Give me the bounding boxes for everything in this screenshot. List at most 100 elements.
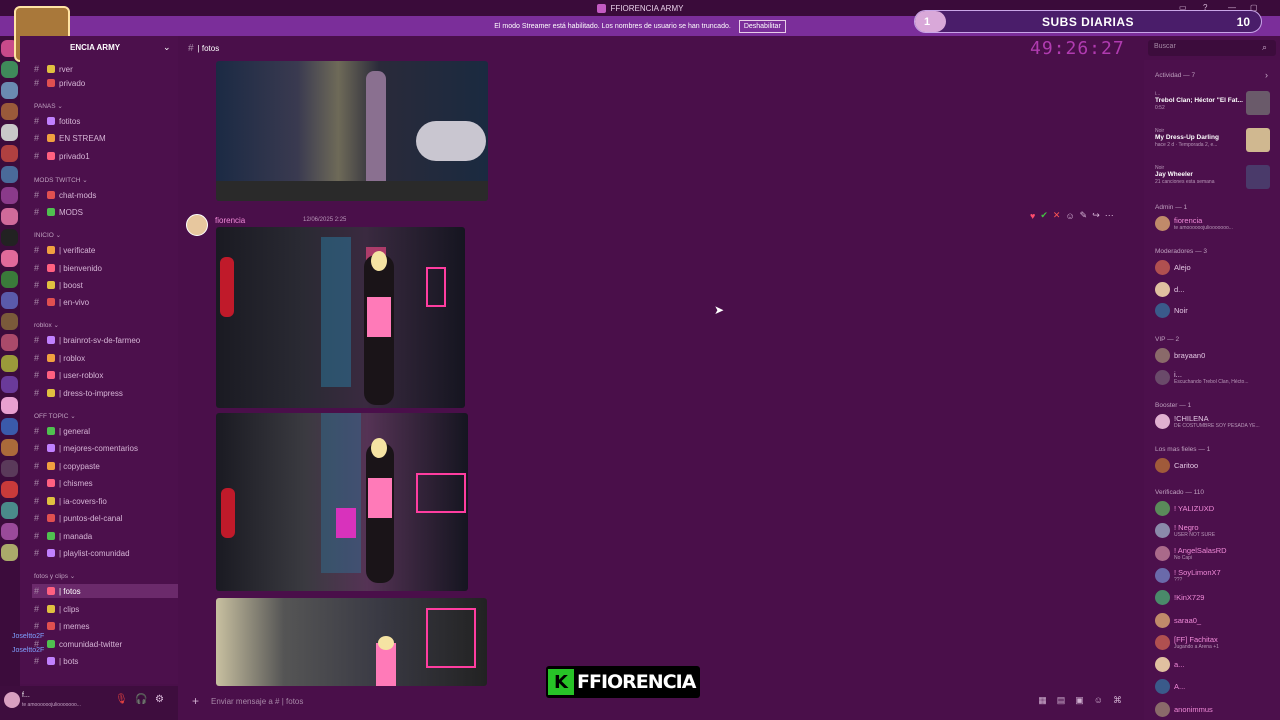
member-item[interactable]: fiorencia te amoooooojuliooooooo... xyxy=(1155,216,1233,231)
activity-item[interactable]: Noir Jay Wheeler 21 canciones esta seman… xyxy=(1155,164,1214,185)
server-icon[interactable] xyxy=(1,355,18,372)
server-icon[interactable] xyxy=(1,439,18,456)
channel-item[interactable]: # | dress-to-impress xyxy=(34,386,123,400)
member-item[interactable]: !CHILENA DE COSTUMBRE SOY PESADA YE... xyxy=(1155,414,1260,429)
channel-item[interactable]: # EN STREAM xyxy=(34,131,106,145)
channel-item[interactable]: # | bots xyxy=(34,654,78,668)
member-item[interactable]: Caritoo xyxy=(1155,458,1198,473)
photo-attachment[interactable] xyxy=(216,61,488,201)
gif-icon[interactable]: ▤ xyxy=(1057,695,1066,706)
channel-item[interactable]: # | roblox xyxy=(34,351,85,365)
server-icon[interactable] xyxy=(1,124,18,141)
channel-item[interactable]: # | general xyxy=(34,424,90,438)
channel-item[interactable]: # | en-vivo xyxy=(34,295,89,309)
channel-category[interactable]: roblox ⌄ xyxy=(34,321,59,329)
server-icon[interactable] xyxy=(1,502,18,519)
server-icon[interactable] xyxy=(1,208,18,225)
server-icon[interactable] xyxy=(1,271,18,288)
channel-item[interactable]: # | user-roblox xyxy=(34,368,103,382)
member-item[interactable]: anonimmus xyxy=(1155,701,1213,717)
channel-item[interactable]: # | mejores-comentarios xyxy=(34,441,138,455)
activity-item[interactable]: i... Trebol Clan; Héctor "El Fat... 0:52 xyxy=(1155,90,1243,111)
heart-reaction-icon[interactable]: ♥ xyxy=(1030,211,1035,221)
composer-placeholder[interactable]: Enviar mensaje a # | fotos xyxy=(211,697,303,706)
channel-item[interactable]: # | puntos-del-canal xyxy=(34,511,122,525)
server-icon[interactable] xyxy=(1,460,18,477)
emoji-icon[interactable]: ☺ xyxy=(1094,695,1103,706)
headphones-icon[interactable]: 🎧 xyxy=(135,694,147,705)
photo-attachment[interactable] xyxy=(216,227,465,408)
server-icon[interactable] xyxy=(1,397,18,414)
server-icon[interactable] xyxy=(1,103,18,120)
member-item[interactable]: !KinX729 xyxy=(1155,590,1204,606)
channel-item[interactable]: # | manada xyxy=(34,529,92,543)
channel-category[interactable]: INICIO ⌄ xyxy=(34,231,61,239)
photo-attachment[interactable] xyxy=(216,598,487,686)
channel-category[interactable]: fotos y clips ⌄ xyxy=(34,572,75,580)
member-item[interactable]: saraa0_ xyxy=(1155,612,1201,628)
disable-streamer-mode-button[interactable]: Deshabilitar xyxy=(738,19,786,33)
channel-category[interactable]: MODS TWITCH ⌄ xyxy=(34,176,88,184)
avatar[interactable] xyxy=(4,692,20,708)
server-icon[interactable] xyxy=(1,313,18,330)
channel-item[interactable]: # privado xyxy=(34,76,85,90)
search-input[interactable]: Buscar xyxy=(1148,40,1276,56)
channel-item[interactable]: # | clips xyxy=(34,602,79,616)
channel-item[interactable]: # | chismes xyxy=(34,476,93,490)
member-item[interactable]: a... xyxy=(1155,657,1184,673)
channel-item[interactable]: # fotitos xyxy=(34,114,80,128)
server-icon[interactable] xyxy=(1,523,18,540)
member-item[interactable]: [FF] Fachitax Jugando a Arena +1 xyxy=(1155,634,1219,650)
server-icon[interactable] xyxy=(1,187,18,204)
settings-gear-icon[interactable]: ⚙ xyxy=(155,694,164,705)
member-item[interactable]: i... Escuchando Trebol Clan, Hécto... xyxy=(1155,369,1249,385)
member-item[interactable]: A... xyxy=(1155,679,1185,695)
member-item[interactable]: Alejo xyxy=(1155,260,1191,275)
server-icon[interactable] xyxy=(1,418,18,435)
more-icon[interactable]: ⋯ xyxy=(1105,210,1114,221)
add-attachment-icon[interactable]: + xyxy=(192,694,199,708)
server-icon[interactable] xyxy=(1,481,18,498)
server-icon[interactable] xyxy=(1,334,18,351)
gift-icon[interactable]: ▦ xyxy=(1038,695,1047,706)
member-item[interactable]: ! YALIZUXD xyxy=(1155,501,1214,516)
channel-item[interactable]: # rver xyxy=(34,62,73,76)
member-item[interactable]: ! SoyLimonX7??? xyxy=(1155,567,1221,583)
channel-item[interactable]: # | boost xyxy=(34,278,83,292)
server-icon[interactable] xyxy=(1,292,18,309)
channel-item[interactable]: # | bienvenido xyxy=(34,261,102,275)
server-icon[interactable] xyxy=(1,544,18,561)
channel-item[interactable]: # | memes xyxy=(34,619,90,633)
server-icon[interactable] xyxy=(1,166,18,183)
message-avatar[interactable] xyxy=(186,214,208,236)
channel-category[interactable]: PANAS ⌄ xyxy=(34,102,63,110)
member-item[interactable]: brayaan0 xyxy=(1155,348,1205,363)
search-icon[interactable]: ⌕ xyxy=(1262,42,1267,53)
photo-attachment[interactable] xyxy=(216,413,468,591)
channel-item[interactable]: # | playlist-comunidad xyxy=(34,546,130,560)
server-icon[interactable] xyxy=(1,61,18,78)
channel-item[interactable]: # MODS xyxy=(34,205,83,219)
mute-icon[interactable]: 🎙 xyxy=(115,694,128,705)
apps-icon[interactable]: ⌘ xyxy=(1113,695,1122,706)
message-author[interactable]: fiorencia xyxy=(215,216,245,225)
channel-item[interactable]: # chat-mods xyxy=(34,188,96,202)
member-item[interactable]: ! AngelSalasRD No Capi xyxy=(1155,545,1227,561)
channel-item[interactable]: #| fotos⚙ xyxy=(32,584,178,598)
check-reaction-icon[interactable]: ✔ xyxy=(1040,210,1048,221)
chevron-right-icon[interactable]: › xyxy=(1265,70,1268,80)
channel-item[interactable]: # | brainrot-sv-de-farmeo xyxy=(34,333,140,347)
member-item[interactable]: Noir xyxy=(1155,303,1188,318)
server-icon[interactable] xyxy=(1,82,18,99)
channel-item[interactable]: # privado1 xyxy=(34,149,90,163)
server-icon[interactable] xyxy=(1,376,18,393)
sticker-icon[interactable]: ▣ xyxy=(1075,695,1084,706)
add-reaction-icon[interactable]: ☺ xyxy=(1065,211,1074,221)
activity-item[interactable]: Noir My Dress-Up Darling hace 2 d · Temp… xyxy=(1155,127,1219,148)
reply-icon[interactable]: ↪ xyxy=(1092,210,1100,221)
chevron-down-icon[interactable]: ⌄ xyxy=(163,42,171,53)
member-item[interactable]: d... xyxy=(1155,281,1184,297)
channel-item[interactable]: # comunidad-twitter xyxy=(34,637,122,651)
server-name[interactable]: ENCIA ARMY xyxy=(70,43,120,52)
server-icon[interactable] xyxy=(1,250,18,267)
